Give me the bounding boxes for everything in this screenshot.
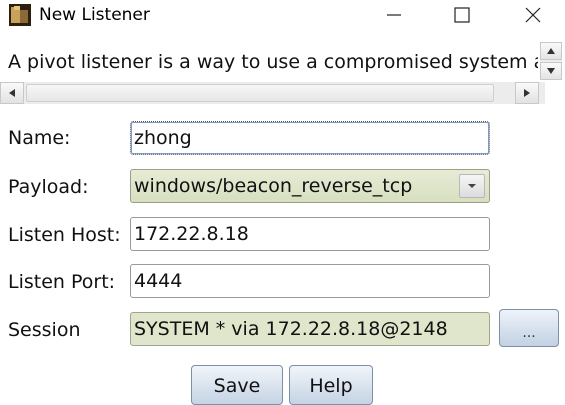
new-listener-dialog: New Listener A pivot listener is a way t… — [0, 0, 565, 405]
title-bar[interactable]: New Listener — [0, 0, 565, 30]
payload-value: windows/beacon_reverse_tcp — [134, 175, 413, 197]
window-title: New Listener — [39, 5, 150, 25]
session-field: SYSTEM * via 172.22.8.18@2148 — [130, 312, 490, 346]
payload-dropdown-button[interactable] — [459, 174, 485, 198]
payload-label: Payload: — [8, 176, 89, 198]
arrow-up-icon — [547, 48, 555, 54]
vertical-scrollbar[interactable] — [540, 42, 562, 80]
scroll-down-button[interactable] — [540, 62, 562, 80]
session-browse-button[interactable]: ... — [499, 309, 559, 347]
listen-host-label: Listen Host: — [8, 224, 121, 246]
scroll-thumb[interactable] — [26, 84, 494, 102]
listen-host-field[interactable]: 172.22.8.18 — [130, 217, 490, 251]
close-button[interactable] — [510, 0, 556, 30]
chevron-down-icon — [468, 184, 476, 188]
scroll-right-button[interactable] — [515, 82, 539, 104]
scroll-left-button[interactable] — [0, 82, 24, 104]
close-icon — [525, 7, 541, 23]
maximize-icon — [454, 7, 470, 23]
save-button[interactable]: Save — [191, 365, 283, 405]
maximize-button[interactable] — [439, 0, 485, 30]
name-field[interactable]: zhong — [130, 121, 490, 155]
minimize-icon — [387, 14, 401, 16]
arrow-right-icon — [524, 89, 530, 97]
horizontal-scrollbar[interactable] — [0, 82, 545, 104]
scroll-up-button[interactable] — [540, 42, 562, 60]
arrow-down-icon — [547, 68, 555, 74]
listen-port-label: Listen Port: — [8, 271, 116, 293]
app-icon — [9, 4, 31, 26]
minimize-button[interactable] — [371, 0, 417, 30]
listen-port-field[interactable]: 4444 — [130, 264, 490, 298]
help-button[interactable]: Help — [289, 365, 373, 405]
description-text: A pivot listener is a way to use a compr… — [8, 51, 538, 73]
arrow-left-icon — [9, 89, 15, 97]
payload-select[interactable]: windows/beacon_reverse_tcp — [130, 169, 490, 203]
session-label: Session — [8, 319, 81, 341]
name-label: Name: — [8, 127, 71, 149]
